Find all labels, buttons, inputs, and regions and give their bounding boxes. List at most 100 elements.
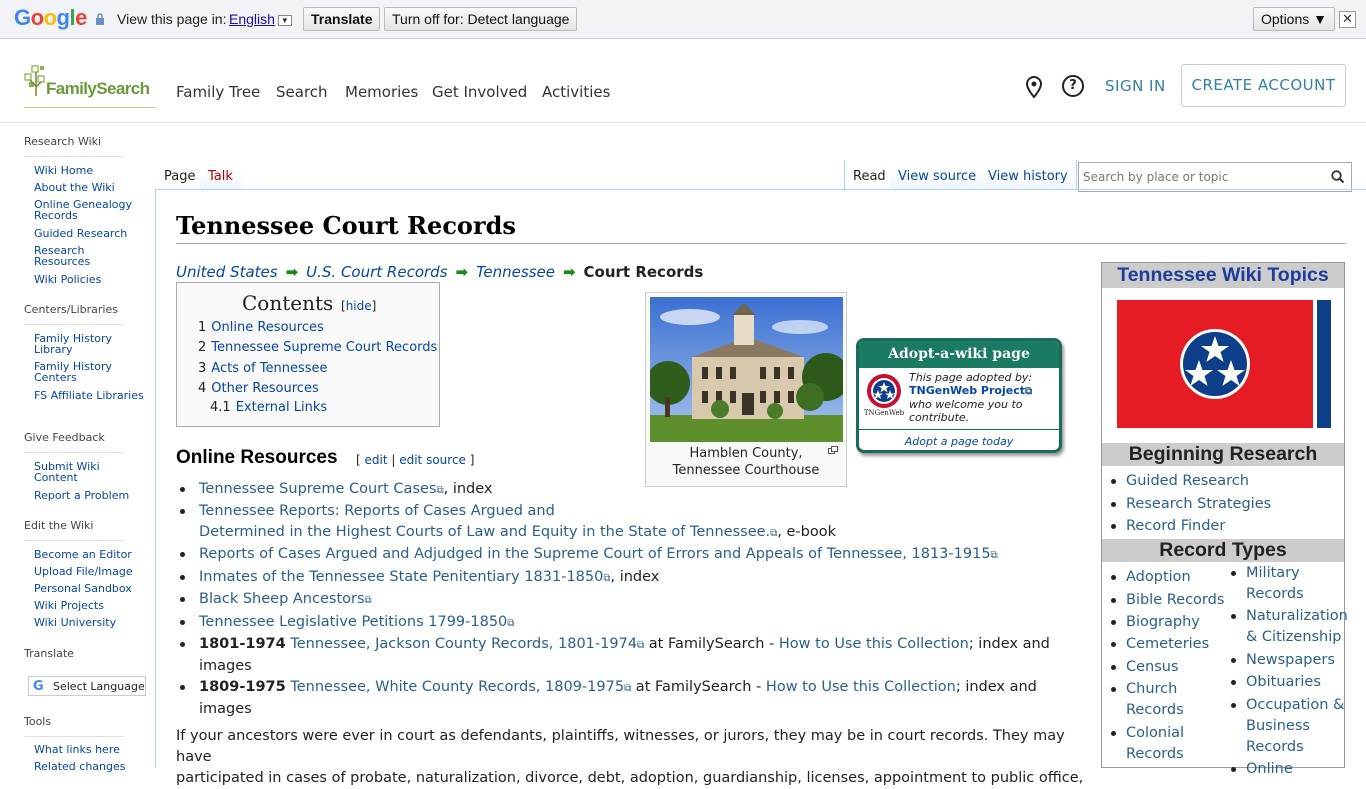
page-title: Tennessee Court Records (176, 211, 1346, 244)
sidebar-link[interactable]: FS Affiliate Libraries (34, 390, 144, 401)
resource-link[interactable]: Tennessee Supreme Court Cases⧉ (199, 481, 444, 497)
sidebar-link[interactable]: About the Wiki (34, 182, 144, 193)
view-page-in-label: View this page in: (117, 11, 227, 27)
how-to-use-link[interactable]: How to Use this Collection (779, 636, 969, 652)
topic-link[interactable]: Biography (1111, 612, 1200, 633)
close-icon[interactable]: ✕ (1339, 11, 1356, 28)
courthouse-figure: Hamblen County, Tennessee Courthouse (645, 292, 847, 487)
beginning-research-heading: Beginning Research (1102, 443, 1344, 466)
external-link-icon: ⧉ (507, 618, 515, 629)
help-icon[interactable]: ? (1062, 75, 1084, 97)
topics-title[interactable]: Tennessee Wiki Topics (1102, 263, 1344, 288)
sidebar-link[interactable]: Research Resources (34, 245, 144, 267)
topic-link[interactable]: Record Finder (1110, 516, 1225, 537)
resource-link[interactable]: Tennessee Legislative Petitions 1799-185… (199, 614, 514, 630)
sidebar-link[interactable]: Online Genealogy Records (34, 199, 144, 221)
courthouse-image[interactable] (650, 297, 843, 442)
toc-item[interactable]: 2 Tennessee Supreme Court Records (198, 340, 437, 355)
site-header: FamilySearch Family Tree Search Memories… (0, 40, 1366, 123)
adopt-page-link[interactable]: Adopt a page today (859, 429, 1059, 448)
breadcrumb-link[interactable]: United States (176, 263, 278, 281)
sign-in-link[interactable]: SIGN IN (1105, 77, 1166, 95)
options-button[interactable]: Options ▼ (1253, 7, 1335, 31)
sidebar-link[interactable]: Wiki Home (34, 165, 144, 176)
resource-link[interactable]: Tennessee, White County Records, 1809-19… (290, 679, 631, 695)
sidebar-link[interactable]: Upload File/Image (34, 566, 144, 577)
topic-link[interactable]: Naturalization & Citizenship (1231, 606, 1348, 648)
search-icon[interactable] (1331, 170, 1345, 184)
sidebar-link[interactable]: Wiki Policies (34, 274, 144, 285)
breadcrumb-link[interactable]: Tennessee (476, 263, 555, 281)
nav-get-involved[interactable]: Get Involved (432, 83, 527, 101)
topic-link[interactable]: Obituaries (1231, 672, 1321, 693)
adopt-body: This page adopted by: TNGenWeb Project⧉ … (909, 371, 1033, 424)
toc-item[interactable]: 1 Online Resources (198, 320, 324, 335)
familysearch-logo[interactable]: FamilySearch (24, 64, 156, 108)
toc-item[interactable]: 3 Acts of Tennessee (198, 361, 328, 376)
sidebar-link[interactable]: What links here (34, 744, 144, 755)
how-to-use-link[interactable]: How to Use this Collection (766, 679, 956, 695)
sidebar-link[interactable]: Guided Research (34, 228, 144, 239)
dropdown-icon: ▼ (277, 15, 292, 26)
sidebar-link[interactable]: Family History Library (34, 333, 144, 355)
topic-link[interactable]: Guided Research (1111, 471, 1249, 492)
sidebar-link[interactable]: Wiki Projects (34, 600, 144, 611)
nav-memories[interactable]: Memories (345, 83, 418, 101)
topic-link[interactable]: Cemeteries (1110, 634, 1209, 655)
topic-link[interactable]: Military Records (1231, 563, 1326, 605)
resource-link[interactable]: Tennessee Reports: Reports of Cases Argu… (199, 503, 777, 540)
topic-link[interactable]: Adoption (1111, 567, 1191, 588)
sidebar-link[interactable]: Family History Centers (34, 361, 144, 383)
external-link-icon: ⧉ (436, 485, 444, 496)
translate-button[interactable]: Translate (303, 7, 381, 31)
language-select[interactable]: English ▼ (229, 11, 292, 27)
tngenweb-link[interactable]: TNGenWeb Project⧉ (909, 384, 1032, 397)
sidebar-heading-tools: Tools (24, 715, 52, 728)
lock-icon (96, 13, 104, 25)
topic-link[interactable]: Occupation & Business Records (1231, 695, 1346, 758)
toc-hide-toggle[interactable]: [hide] (341, 299, 376, 313)
resource-link[interactable]: Tennessee, Jackson County Records, 1801-… (290, 636, 644, 652)
toc-item[interactable]: 4.1 External Links (210, 400, 327, 415)
topic-link[interactable]: Newspapers (1231, 650, 1335, 671)
tab-talk[interactable]: Talk (200, 160, 241, 190)
edit-link[interactable]: edit (365, 453, 388, 467)
sidebar-heading-feedback: Give Feedback (24, 431, 105, 444)
topic-link[interactable]: Church Records (1111, 679, 1206, 721)
nav-family-tree[interactable]: Family Tree (176, 83, 260, 101)
resource-link[interactable]: Inmates of the Tennessee State Penitenti… (199, 569, 611, 585)
tab-view-history[interactable]: View history (980, 160, 1077, 190)
sidebar-link[interactable]: Become an Editor (34, 549, 144, 560)
search-input[interactable]: Search by place or topic (1078, 162, 1352, 192)
arrow-right-icon: ➡ (285, 263, 299, 281)
create-account-button[interactable]: CREATE ACCOUNT (1181, 64, 1346, 107)
nav-search[interactable]: Search (276, 83, 328, 101)
sidebar-link[interactable]: Related changes (34, 761, 144, 772)
topic-link[interactable]: Research Strategies (1110, 494, 1271, 515)
tab-view-source[interactable]: View source (890, 160, 986, 190)
list-item: Tennessee Supreme Court Cases⧉, index (180, 479, 493, 501)
location-pin-icon[interactable] (1025, 76, 1043, 98)
sidebar-link[interactable]: Wiki University (34, 617, 144, 628)
toc-item[interactable]: 4 Other Resources (198, 381, 319, 396)
sidebar-link[interactable]: Submit Wiki Content (34, 461, 144, 483)
breadcrumb-link[interactable]: U.S. Court Records (306, 263, 447, 281)
list-item: Reports of Cases Argued and Adjudged in … (180, 544, 998, 566)
nav-activities[interactable]: Activities (542, 83, 610, 101)
sidebar-link[interactable]: Personal Sandbox (34, 583, 144, 594)
sidebar-link[interactable]: Report a Problem (34, 490, 144, 501)
tab-read[interactable]: Read (844, 160, 895, 191)
tab-page[interactable]: Page (156, 160, 205, 191)
topic-link[interactable]: Colonial Records (1111, 723, 1206, 765)
edit-source-link[interactable]: edit source (399, 453, 466, 467)
resource-link[interactable]: Reports of Cases Argued and Adjudged in … (199, 546, 998, 562)
image-caption: Hamblen County, Tennessee Courthouse (672, 446, 820, 478)
resource-link[interactable]: Black Sheep Ancestors⧉ (199, 591, 372, 607)
topic-link[interactable]: Census (1111, 657, 1179, 678)
select-language-dropdown[interactable]: G Select Language (28, 676, 146, 696)
topic-link[interactable]: Online (1231, 759, 1293, 780)
external-link-icon: ⧉ (603, 573, 611, 584)
turn-off-button[interactable]: Turn off for: Detect language (384, 7, 578, 31)
google-logo: Google (14, 5, 87, 30)
topic-link[interactable]: Bible Records (1110, 590, 1224, 611)
